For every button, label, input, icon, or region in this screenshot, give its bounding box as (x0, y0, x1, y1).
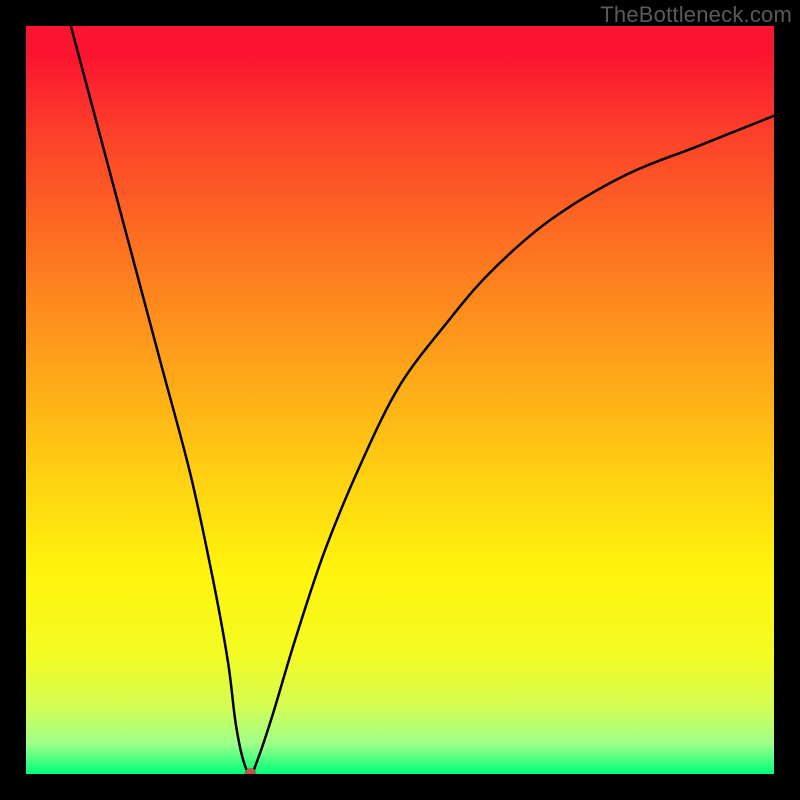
curve-svg (26, 26, 774, 774)
plot-area (26, 26, 774, 774)
chart-frame: TheBottleneck.com (0, 0, 800, 800)
watermark-text: TheBottleneck.com (600, 2, 792, 28)
bottleneck-curve (71, 26, 774, 774)
